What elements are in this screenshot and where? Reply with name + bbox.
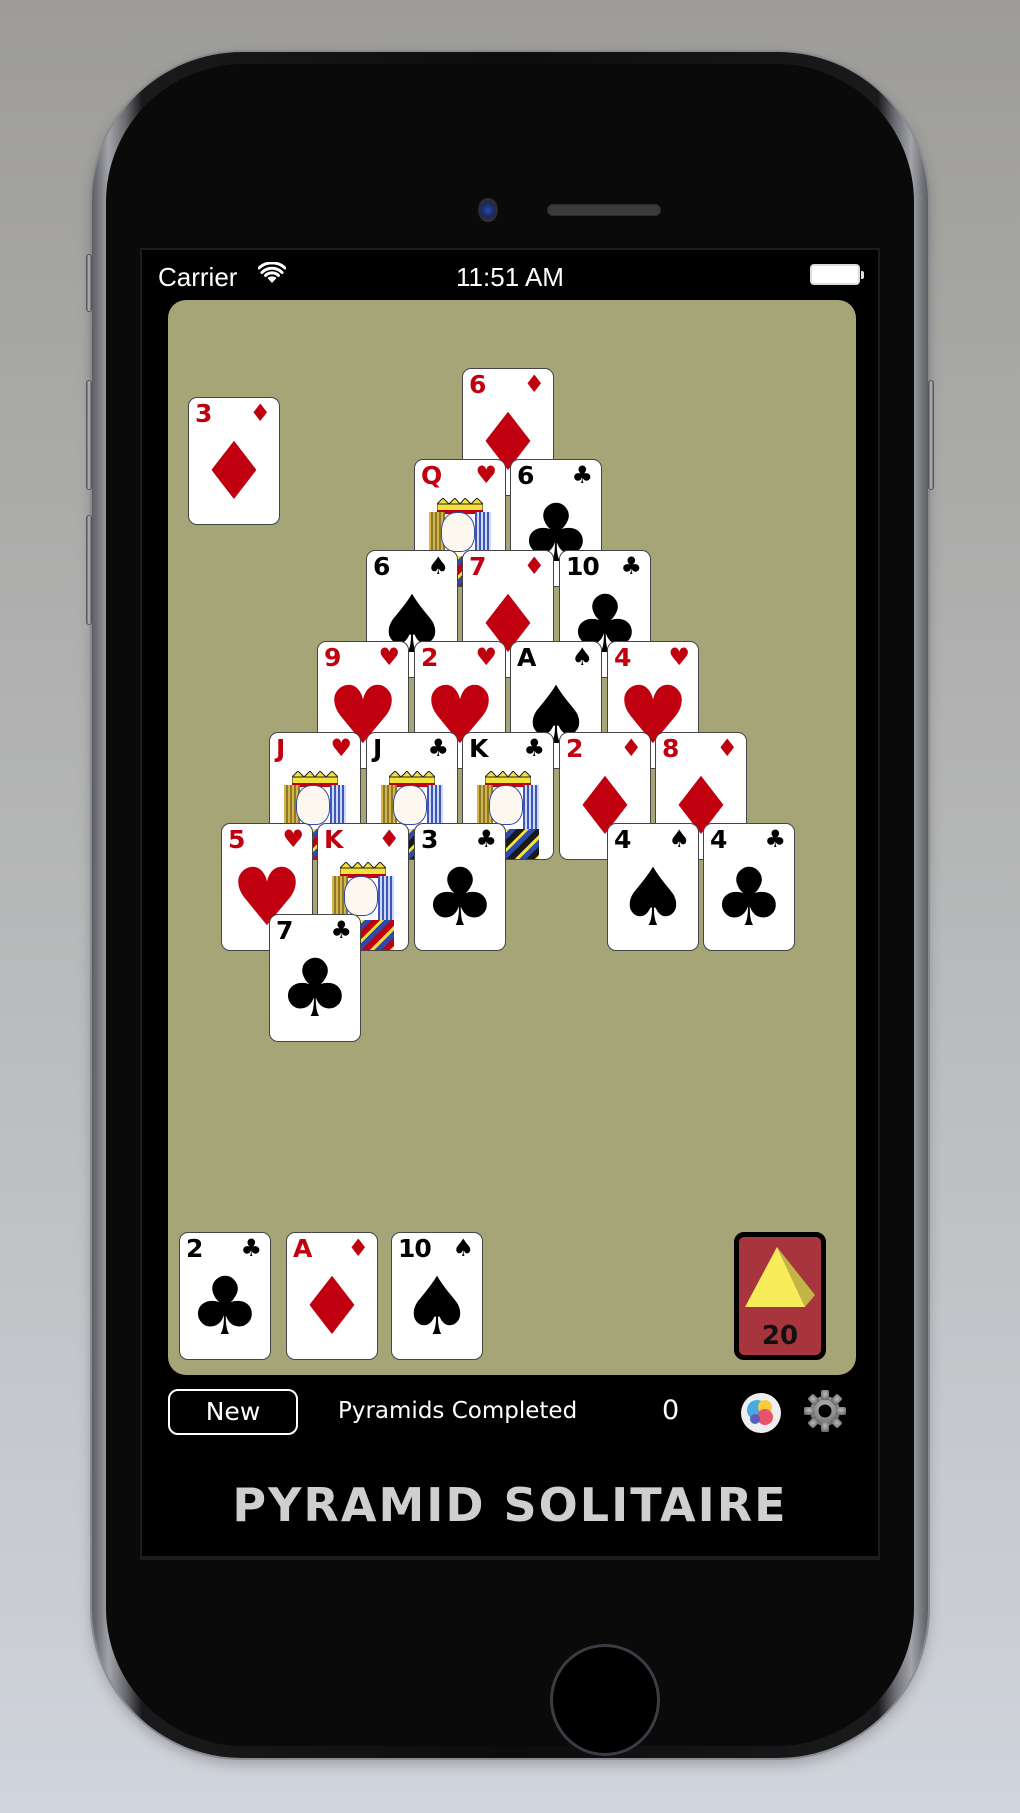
card-rank: 4 bbox=[710, 825, 727, 854]
card-rank: 7 bbox=[276, 916, 293, 945]
volume-up-button[interactable] bbox=[86, 380, 92, 490]
card-rank: 4 bbox=[614, 643, 631, 672]
card-rank: 3 bbox=[421, 825, 438, 854]
card-rank: Q bbox=[421, 461, 442, 490]
spades-icon: ♠ bbox=[452, 1234, 474, 1262]
hearts-icon: ♥ bbox=[475, 643, 497, 671]
pyramid-card[interactable]: 3 ♣ ♣ bbox=[414, 823, 506, 951]
spades-icon: ♠ bbox=[571, 643, 593, 671]
diamonds-icon: ♦ bbox=[198, 425, 270, 518]
hearts-icon: ♥ bbox=[378, 643, 400, 671]
new-game-button[interactable]: New bbox=[168, 1389, 298, 1435]
pyramid-card[interactable]: 4 ♠ ♠ bbox=[607, 823, 699, 951]
clubs-icon: ♣ bbox=[620, 552, 642, 580]
spades-icon: ♠ bbox=[668, 825, 690, 853]
clubs-icon: ♣ bbox=[189, 1260, 261, 1353]
card-rank: 5 bbox=[228, 825, 245, 854]
home-button[interactable] bbox=[550, 1644, 660, 1756]
gear-icon[interactable] bbox=[802, 1388, 848, 1434]
hearts-icon: ♥ bbox=[282, 825, 304, 853]
diamonds-icon: ♦ bbox=[347, 1234, 369, 1262]
deck-remaining-count: 20 bbox=[761, 1321, 799, 1351]
card-rank: 9 bbox=[324, 643, 341, 672]
card-rank: 6 bbox=[373, 552, 390, 581]
draw-pile[interactable]: 20 bbox=[734, 1232, 826, 1360]
waste-card[interactable]: 2 ♣ ♣ bbox=[179, 1232, 271, 1360]
status-bar: Carrier 11:51 AM bbox=[142, 250, 878, 294]
diamonds-icon: ♦ bbox=[716, 734, 738, 762]
status-time: 11:51 AM bbox=[456, 262, 564, 292]
clubs-icon: ♣ bbox=[427, 734, 449, 762]
card-rank: 2 bbox=[566, 734, 583, 763]
earpiece-speaker bbox=[547, 204, 661, 216]
card-rank: 7 bbox=[469, 552, 486, 581]
card-rank: 3 bbox=[195, 399, 212, 428]
clubs-icon: ♣ bbox=[330, 916, 352, 944]
screen-border bbox=[142, 1556, 878, 1558]
power-button[interactable] bbox=[928, 380, 934, 490]
spades-icon: ♠ bbox=[617, 851, 689, 944]
game-center-icon[interactable] bbox=[740, 1392, 782, 1434]
clubs-icon: ♣ bbox=[475, 825, 497, 853]
diamonds-icon: ♦ bbox=[378, 825, 400, 853]
card-rank: 2 bbox=[186, 1234, 203, 1263]
game-table: 3 ♦ ♦ 6 ♦ ♦ Q ♥ 6 ♣ ♣ 6 ♠ ♠ 7 ♦ ♦ 10 ♣ ♣ 9 ♥ ♥ 2 ♥ ♥ A ♠ ♠ 4 ♥ ♥ J ♥ J ♣ … bbox=[168, 300, 856, 1375]
card-rank: 10 bbox=[566, 552, 600, 581]
pyramids-completed-label: Pyramids Completed bbox=[338, 1398, 578, 1424]
card-rank: J bbox=[373, 734, 382, 763]
front-camera bbox=[478, 198, 498, 222]
hearts-icon: ♥ bbox=[668, 643, 690, 671]
clubs-icon: ♣ bbox=[523, 734, 545, 762]
spades-icon: ♠ bbox=[427, 552, 449, 580]
diamonds-icon: ♦ bbox=[523, 552, 545, 580]
mute-switch[interactable] bbox=[86, 254, 92, 312]
pyramid-icon bbox=[745, 1247, 815, 1307]
held-card[interactable]: 3 ♦ ♦ bbox=[188, 397, 280, 525]
clubs-icon: ♣ bbox=[240, 1234, 262, 1262]
card-rank: 8 bbox=[662, 734, 679, 763]
clubs-icon: ♣ bbox=[424, 851, 496, 944]
volume-down-button[interactable] bbox=[86, 515, 92, 625]
spades-icon: ♠ bbox=[401, 1260, 473, 1353]
card-rank: A bbox=[293, 1234, 312, 1263]
waste-card[interactable]: A ♦ ♦ bbox=[286, 1232, 378, 1360]
clubs-icon: ♣ bbox=[279, 942, 351, 1035]
card-rank: 4 bbox=[614, 825, 631, 854]
battery-icon bbox=[810, 264, 864, 285]
pyramid-card[interactable]: 4 ♣ ♣ bbox=[703, 823, 795, 951]
card-rank: K bbox=[469, 734, 488, 763]
screen: Carrier 11:51 AM 3 ♦ ♦ 6 ♦ ♦ Q ♥ 6 ♣ ♣ 6 ♠ ♠ 7 ♦ ♦ 10 ♣ ♣ 9… bbox=[140, 248, 880, 1560]
clubs-icon: ♣ bbox=[764, 825, 786, 853]
card-rank: 6 bbox=[469, 370, 486, 399]
pyramids-completed-count: 0 bbox=[662, 1395, 680, 1426]
hearts-icon: ♥ bbox=[475, 461, 497, 489]
card-rank: 6 bbox=[517, 461, 534, 490]
card-rank: J bbox=[276, 734, 285, 763]
diamonds-icon: ♦ bbox=[249, 399, 271, 427]
pyramid-card[interactable]: 7 ♣ ♣ bbox=[269, 914, 361, 1042]
diamonds-icon: ♦ bbox=[296, 1260, 368, 1353]
diamonds-icon: ♦ bbox=[523, 370, 545, 398]
clubs-icon: ♣ bbox=[571, 461, 593, 489]
waste-card[interactable]: 10 ♠ ♠ bbox=[391, 1232, 483, 1360]
card-rank: 10 bbox=[398, 1234, 432, 1263]
diamonds-icon: ♦ bbox=[620, 734, 642, 762]
card-rank: K bbox=[324, 825, 343, 854]
clubs-icon: ♣ bbox=[713, 851, 785, 944]
card-rank: A bbox=[517, 643, 536, 672]
card-rank: 2 bbox=[421, 643, 438, 672]
app-title: PYRAMID SOLITAIRE bbox=[232, 1478, 788, 1532]
hearts-icon: ♥ bbox=[330, 734, 352, 762]
